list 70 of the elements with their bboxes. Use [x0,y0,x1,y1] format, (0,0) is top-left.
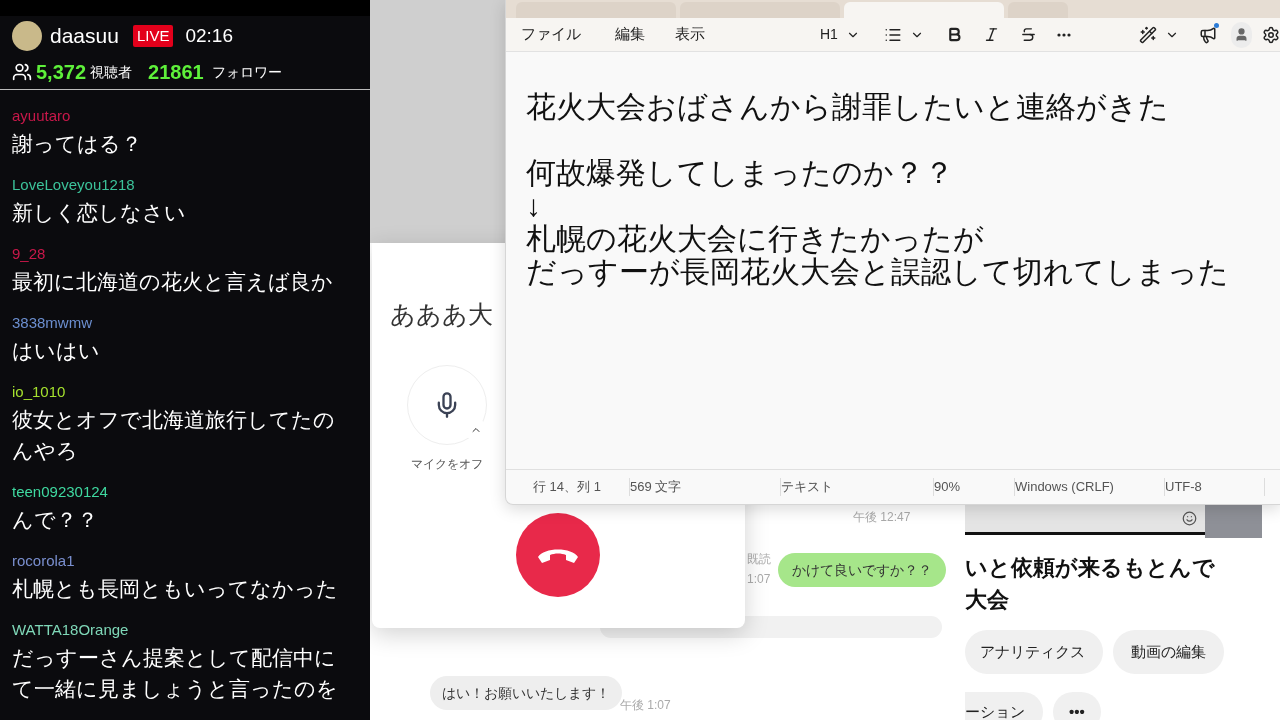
status-item: UTF-8 [1165,478,1202,497]
stream-time: 02:16 [185,23,233,48]
chat-username: 9_28 [12,244,47,264]
chat-username: WATTA18Orange [12,620,130,640]
user-icon [1233,27,1249,42]
viewer-label: 視聴者 [90,62,133,82]
more-icon [1056,32,1071,37]
account-button[interactable] [1230,21,1252,48]
status-item: 569 文字 [630,478,682,497]
viewer-count: 5,372 [36,60,87,85]
live-badge: LIVE [132,25,174,47]
chat-username: teen09230124 [12,482,109,502]
comment-input[interactable] [965,505,1205,535]
status-item: テキスト [781,478,833,497]
chat-message: 彼女とオフで北海道旅行してたの [12,407,336,433]
more-button[interactable]: ••• [1053,692,1101,720]
action-pill[interactable]: 動画の編集 [1113,630,1224,674]
read-receipt: 既読 [747,551,771,568]
document-text-line: だっすーが長岡花火大会と誤認して切れてしまった [526,255,1230,288]
message-time: 1:07 [747,571,771,588]
chat-message: 最初に北海道の花火と言えば良か [12,269,334,295]
settings-button[interactable] [1262,25,1280,44]
action-pill[interactable]: ーション [965,692,1043,720]
settings-icon [1262,25,1280,44]
chat-message: だっすーさん提案として配信中に [12,645,337,671]
chat-message: て一緒に見ましょうと言ったのを [12,676,339,702]
heading-dropdown[interactable]: H1 [820,24,860,45]
chat-message: はいはい [12,338,101,364]
chat-message: 札幌とも長岡ともいってなかった [12,576,339,602]
video-title: 大会 [965,586,1010,614]
document-text-line: 花火大会おばさんから謝罪したいと連絡がきた [526,90,1170,123]
chat-message: んで？？ [12,507,99,533]
document-text-line: 何故爆発してしまったのか？？ [526,156,955,189]
mic-label: マイクをオフ [411,455,483,473]
document-text-line: ↓ [526,189,542,222]
menu-item[interactable]: 表示 [675,23,705,46]
chat-message: んやろ [12,438,79,464]
strikethrough-icon [1019,26,1037,43]
status-item: 行 14、列 1 [533,478,601,497]
chat-username: io_1010 [12,382,67,402]
message-time: 午後 1:07 [620,697,671,714]
chat-username: rocorola1 [12,551,76,571]
chat-username: LoveLoveyou1218 [12,175,136,195]
channel-avatar [12,21,42,51]
video-thumbnail [1205,505,1262,538]
action-pill[interactable]: アナリティクス [965,630,1103,674]
megaphone-icon [1198,25,1217,44]
sent-message-bubble: かけて良いですか？？ [778,553,946,587]
viewers-icon [12,62,32,82]
channel-name: daasuu [50,23,119,50]
caller-text: あああ大 [390,299,494,330]
document-text-line: 札幌の花火大会に行きたかったが [526,222,985,255]
video-title: いと依頼が来るもとんで [965,554,1216,582]
rewrite-dropdown[interactable] [1138,25,1179,44]
menu-item[interactable]: ファイル [521,23,581,46]
chat-message: 新しく恋しなさい [12,200,187,226]
emoji-icon[interactable] [1182,511,1197,526]
chat-username: ayuutaro [12,106,72,126]
follower-label: フォロワー [211,62,282,82]
more-button[interactable] [1056,32,1071,37]
status-item: 90% [934,478,961,497]
follower-count: 21861 [148,60,204,85]
wand-icon [1138,25,1157,44]
status-item: Windows (CRLF) [1015,478,1114,497]
announcements-button[interactable] [1198,25,1217,44]
message-time: 午後 12:47 [853,509,911,526]
strikethrough-button[interactable] [1019,26,1037,43]
chat-username: 3838mwmw [12,313,94,333]
chat-message: 謝ってはる？ [12,131,143,157]
menu-item[interactable]: 編集 [615,23,645,46]
